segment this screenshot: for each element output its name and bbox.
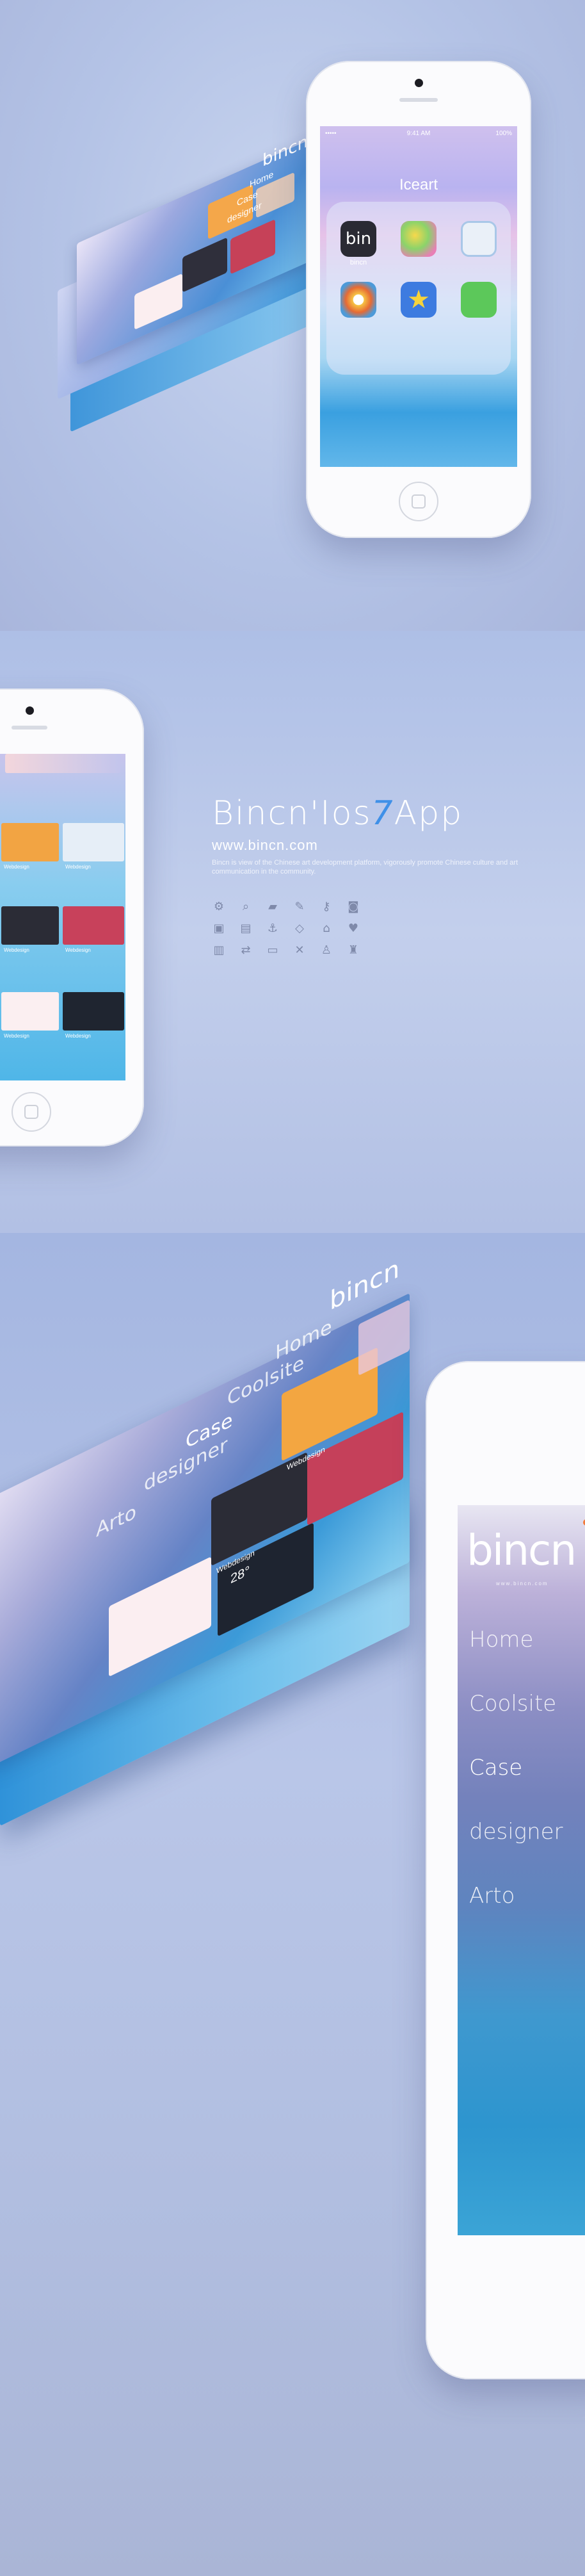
tile-light[interactable] xyxy=(1,992,59,1031)
menu-item-arto[interactable]: Arto xyxy=(469,1883,515,1909)
brand-description: Bincn is view of the Chinese art develop… xyxy=(212,859,518,876)
person-icon: ♙ xyxy=(321,943,332,957)
chat-icon: ▰ xyxy=(268,900,277,913)
tile-browser[interactable] xyxy=(63,823,124,861)
phone-screen: ••••• 9:41 AM 100% Iceart bin bincn ★ xyxy=(320,126,517,467)
home-icon: ⌂ xyxy=(323,922,330,935)
status-bar: ••••• 9:41 AM 100% xyxy=(325,130,512,139)
tile-caption: Webdesign xyxy=(65,1033,91,1039)
menu-item-designer[interactable]: designer xyxy=(469,1819,563,1845)
logo-tagline: www.bincn.com xyxy=(496,1581,549,1586)
brand-url[interactable]: www.bincn.com xyxy=(212,837,318,854)
detail-section: bincn Home Coolsite Case designer Arto W… xyxy=(0,1233,585,2576)
status-time: 9:41 AM xyxy=(406,130,431,137)
brand-title-app: App xyxy=(394,794,463,833)
battery-level: 100% xyxy=(495,130,512,137)
app-folder[interactable]: bin bincn ★ xyxy=(326,202,511,375)
document-icon: ▤ xyxy=(240,922,252,935)
bincn-logo: bincn xyxy=(467,1526,577,1575)
tile-caption: Webdesign xyxy=(4,1033,29,1039)
swap-icon: ⇄ xyxy=(241,943,251,957)
folder-icon: ▭ xyxy=(267,943,278,957)
menu-item-coolsite[interactable]: Coolsite xyxy=(469,1691,556,1716)
heart-icon: ♥ xyxy=(348,922,359,935)
tilted-screen-stack: bincn Home Case designer xyxy=(58,131,326,444)
brand-title-slash: 7 xyxy=(371,794,394,833)
front-camera xyxy=(26,706,34,715)
star-app-icon[interactable]: ★ xyxy=(401,282,437,318)
earpiece xyxy=(12,726,47,730)
tile-orange[interactable] xyxy=(1,823,59,861)
brand-section: Webdesign Webdesign Webdesign Webdesign … xyxy=(0,631,585,1233)
phone-screen-tiles: Webdesign Webdesign Webdesign Webdesign … xyxy=(0,754,125,1080)
carrier-signal: ••••• xyxy=(325,130,337,137)
bincn-logo-icon[interactable]: bin xyxy=(341,221,376,257)
hero-section: bincn Home Case designer ••••• 9:41 AM 1… xyxy=(0,0,585,631)
tile-caption: Webdesign xyxy=(4,864,29,870)
tilted-screen-stack-large: bincn Home Coolsite Case designer Arto W… xyxy=(0,1242,435,1851)
zoom-icon: ⌕ xyxy=(242,900,250,913)
home-button[interactable] xyxy=(12,1092,51,1132)
brand-title-main: Bincn'Ios xyxy=(212,794,372,833)
front-camera xyxy=(415,79,423,87)
tile-caption: Webdesign xyxy=(4,947,29,953)
home-button[interactable] xyxy=(399,482,438,521)
gear-icon: ⚙ xyxy=(213,900,225,913)
menu-item-home[interactable]: Home xyxy=(469,1627,533,1652)
brand-title: Bincn'Ios7App xyxy=(212,794,463,833)
tile-red[interactable] xyxy=(63,906,124,945)
pencil-icon: ✎ xyxy=(294,900,305,913)
book-icon: ▥ xyxy=(213,943,225,957)
tag-icon: ◇ xyxy=(295,922,304,935)
iphone-mockup-right: bincn www.bincn.com Home Coolsite Case d… xyxy=(426,1361,585,2379)
eye-app-icon[interactable] xyxy=(341,282,376,318)
iphone-mockup: ••••• 9:41 AM 100% Iceart bin bincn ★ xyxy=(306,61,531,538)
chat-app-icon[interactable] xyxy=(461,221,497,257)
bottle-icon: ♜ xyxy=(348,943,359,957)
anchor-icon: ⚓ xyxy=(267,922,278,935)
phone-screen-menu: bincn www.bincn.com Home Coolsite Case d… xyxy=(458,1505,585,2235)
tile-caption: Webdesign xyxy=(65,864,91,870)
iphone-mockup-left: Webdesign Webdesign Webdesign Webdesign … xyxy=(0,689,144,1146)
key-icon: ⚷ xyxy=(322,900,331,913)
lock-icon: ▣ xyxy=(213,922,225,935)
tile-top-banner xyxy=(5,754,120,773)
app-label-bincn: bincn xyxy=(349,259,367,266)
tile-moon[interactable] xyxy=(63,992,124,1031)
bubble-app-icon[interactable] xyxy=(401,221,437,257)
wechat-app-icon[interactable] xyxy=(461,282,497,318)
tile-dark[interactable] xyxy=(1,906,59,945)
camera-icon: ◙ xyxy=(348,900,359,913)
tile-caption: Webdesign xyxy=(65,947,91,953)
wrench-icon: ✕ xyxy=(294,943,305,957)
earpiece xyxy=(399,98,438,102)
folder-name: Iceart xyxy=(399,176,438,193)
menu-item-case[interactable]: Case xyxy=(469,1755,522,1781)
